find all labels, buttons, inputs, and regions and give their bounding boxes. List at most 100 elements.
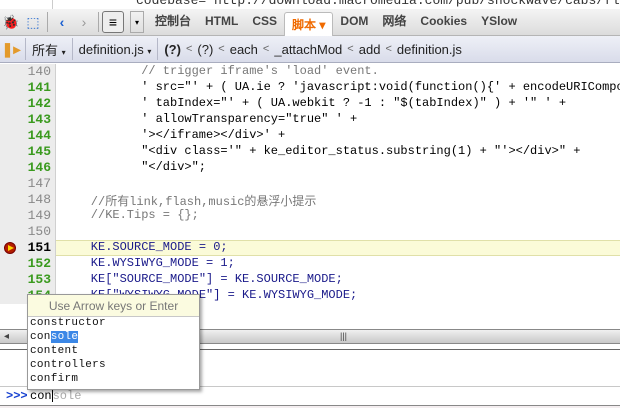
stack-separator: < — [185, 43, 193, 55]
line-number[interactable]: 140 — [0, 64, 56, 80]
tab-5[interactable]: 网络 — [375, 9, 413, 33]
file-label: definition.js — [78, 41, 144, 57]
code-text: ' src="' + ( UA.ie ? 'javascript:void(fu… — [141, 80, 620, 94]
stack-frame[interactable]: add — [356, 42, 384, 57]
item-prefix: con — [30, 345, 51, 357]
code-text: '></iframe></div>' + — [141, 128, 286, 142]
code-text: KE["SOURCE_MODE"] = KE.SOURCE_MODE; — [90, 272, 343, 286]
pause-icon[interactable]: ❚▸ — [0, 38, 22, 60]
line-number[interactable]: 153 — [0, 272, 56, 288]
forward-icon[interactable]: › — [73, 11, 95, 33]
item-prefix: con — [30, 359, 51, 371]
code-text: //所有link,flash,music的悬浮小提示 — [90, 195, 317, 209]
line-number[interactable]: 144 — [0, 128, 56, 144]
code-line: 146 "</div>"; — [0, 160, 620, 176]
code-text: "<div class='" + ke_editor_status.substr… — [141, 144, 581, 158]
item-prefix: con — [30, 331, 51, 343]
code-line: 153 KE["SOURCE_MODE"] = KE.SOURCE_MODE; — [0, 272, 620, 288]
line-number[interactable]: 147 — [0, 176, 56, 192]
divider — [25, 38, 26, 60]
tab-6[interactable]: Cookies — [413, 9, 474, 33]
scroll-grip-icon: ||| — [340, 331, 348, 341]
line-number[interactable]: 145 — [0, 144, 56, 160]
code-text: // trigger iframe's 'load' event. — [141, 64, 379, 78]
code-text: ' allowTransparency="true" ' + — [141, 112, 358, 126]
divider — [47, 12, 48, 32]
code-line: 151 KE.SOURCE_MODE = 0; — [0, 240, 620, 256]
code-line: 140 // trigger iframe's 'load' event. — [0, 64, 620, 80]
divider — [98, 12, 99, 32]
inspect-icon[interactable]: ⬚ — [22, 11, 44, 33]
line-number[interactable]: 149 — [0, 208, 56, 224]
item-prefix: con — [30, 317, 51, 329]
autocomplete-item[interactable]: console — [28, 331, 199, 345]
tab-2[interactable]: CSS — [245, 9, 284, 33]
line-number[interactable]: 143 — [0, 112, 56, 128]
stack-frame[interactable]: (?) — [161, 42, 184, 57]
dropdown-icon[interactable]: ▾ — [130, 11, 144, 33]
stack-frame[interactable]: _attachMod — [271, 42, 345, 57]
tab-7[interactable]: YSlow — [474, 9, 524, 33]
code-line: 148 //所有link,flash,music的悬浮小提示 — [0, 192, 620, 209]
tab-dropdown-icon[interactable]: ▾ — [316, 18, 325, 32]
autocomplete-item[interactable]: content — [28, 345, 199, 359]
code-line: 147 — [0, 176, 620, 192]
line-number[interactable]: 142 — [0, 96, 56, 112]
script-toolbar: ❚▸ 所有 ▾ definition.js ▾ (?) < (?) < each < _at… — [0, 36, 620, 63]
item-rest: trollers — [50, 359, 106, 371]
autocomplete-popup: Use Arrow keys or Enter constructor conso… — [27, 294, 200, 390]
autocomplete-item[interactable]: confirm — [28, 373, 199, 387]
call-stack: (?) < (?) < each < _attachMod < add < definition.j… — [161, 42, 465, 57]
suggestion-text: sole — [52, 389, 82, 403]
line-number[interactable]: 146 — [0, 160, 56, 176]
code-view: 140 // trigger iframe's 'load' event. 141 '… — [0, 64, 620, 328]
item-prefix: con — [30, 373, 51, 385]
scroll-left-icon[interactable]: ◂ — [4, 331, 9, 342]
stack-separator: < — [262, 43, 270, 55]
item-rest: firm — [50, 373, 79, 385]
stack-frame[interactable]: each — [227, 42, 261, 57]
code-line: 143 ' allowTransparency="true" ' + — [0, 112, 620, 128]
menu-icon[interactable]: ≡ — [102, 11, 124, 33]
prompt: >>> — [6, 389, 28, 403]
tab-1[interactable]: HTML — [198, 9, 245, 33]
back-icon[interactable]: ‹ — [51, 11, 73, 33]
stack-separator: < — [218, 43, 225, 55]
code-text: KE.SOURCE_MODE = 0; — [90, 240, 228, 254]
code-text: "</div>"; — [141, 160, 206, 174]
code-text: ' tabIndex="' + ( UA.webkit ? -1 : "$(ta… — [141, 96, 567, 110]
line-number[interactable]: 141 — [0, 80, 56, 96]
code-line: 142 ' tabIndex="' + ( UA.webkit ? -1 : "$… — [0, 96, 620, 112]
stack-frame[interactable]: definition.js — [394, 42, 465, 57]
line-number[interactable]: 152 — [0, 256, 56, 272]
code-text: //KE.Tips = {}; — [90, 208, 199, 222]
autocomplete-item[interactable]: controllers — [28, 359, 199, 373]
firebug-icon[interactable]: 🐞 — [0, 11, 22, 33]
code-line: 145 "<div class='" + ke_editor_status.sub… — [0, 144, 620, 160]
divider — [157, 38, 159, 60]
file-dropdown[interactable]: definition.js ▾ — [76, 42, 155, 57]
item-rest: structor — [50, 317, 106, 329]
item-rest: tent — [50, 345, 79, 357]
tab-0[interactable]: 控制台 — [148, 9, 198, 33]
tab-3[interactable]: 脚本 ▾ — [284, 11, 334, 36]
line-number[interactable]: 148 — [0, 192, 56, 208]
filter-dropdown[interactable]: 所有 ▾ — [29, 40, 69, 59]
tab-4[interactable]: DOM — [333, 9, 375, 33]
item-rest: sole — [50, 331, 79, 343]
breakpoint-icon[interactable] — [4, 242, 16, 254]
code-text: KE.WYSIWYG_MODE = 1; — [90, 256, 235, 270]
code-line: 149 //KE.Tips = {}; — [0, 208, 620, 224]
autocomplete-hint: Use Arrow keys or Enter — [28, 295, 199, 317]
line-number[interactable]: 150 — [0, 224, 56, 240]
background-page-text: codebase="http://download.macromedia.com… — [136, 0, 620, 8]
code-line: 144 '></iframe></div>' + — [0, 128, 620, 144]
filter-label: 所有 — [32, 42, 59, 58]
stack-frame[interactable]: (?) — [194, 42, 216, 57]
stack-separator: < — [347, 43, 354, 55]
divider — [71, 38, 73, 60]
code-line: 141 ' src="' + ( UA.ie ? 'javascript:void… — [0, 80, 620, 96]
typed-text: con — [30, 389, 52, 403]
autocomplete-item[interactable]: constructor — [28, 317, 199, 331]
code-line: 150 — [0, 224, 620, 240]
